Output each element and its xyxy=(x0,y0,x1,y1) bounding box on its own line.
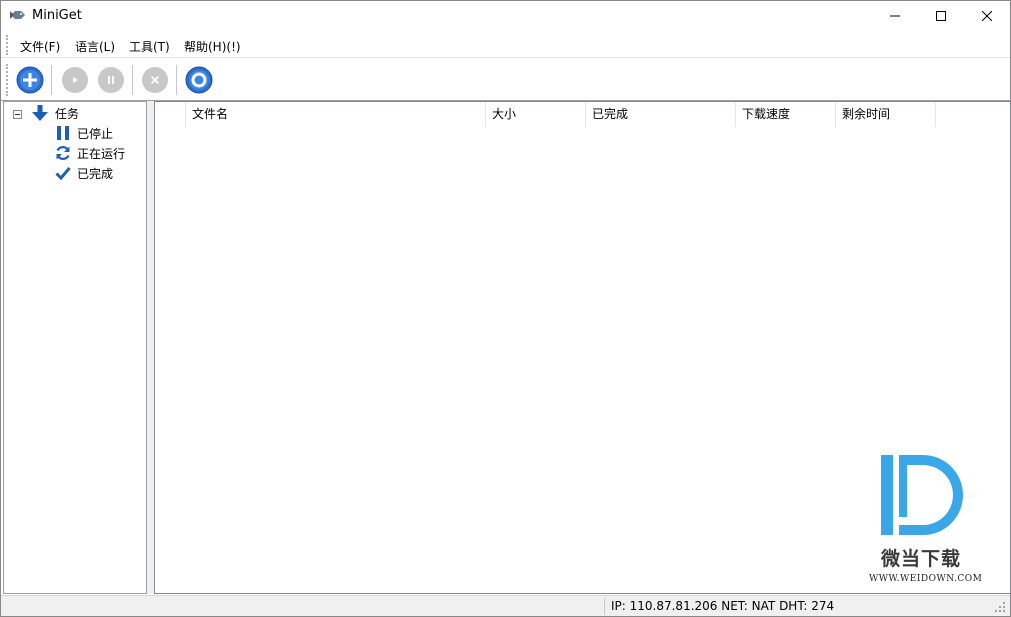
toolbar xyxy=(1,59,1010,101)
toolbar-separator xyxy=(51,65,52,95)
column-header-remaining[interactable]: 剩余时间 xyxy=(836,102,936,127)
column-header-blank[interactable] xyxy=(155,102,186,127)
tree-item-label: 已停止 xyxy=(77,126,114,141)
status-network-info: IP: 110.87.81.206 NET: NAT DHT: 274 xyxy=(611,599,835,613)
panel-splitter[interactable] xyxy=(147,101,154,594)
check-icon xyxy=(55,167,71,181)
toolbar-separator xyxy=(176,65,177,95)
status-bar: IP: 110.87.81.206 NET: NAT DHT: 274 xyxy=(1,595,1010,616)
settings-button[interactable] xyxy=(185,66,213,94)
task-tree: 任务 已停止 正在运行 已完成 xyxy=(3,101,147,594)
tree-item-completed[interactable]: 已完成 xyxy=(55,163,113,183)
toolbar-grip[interactable] xyxy=(6,64,8,96)
tree-item-label: 任务 xyxy=(55,106,80,121)
toolbar-separator xyxy=(132,65,133,95)
menu-grip[interactable] xyxy=(6,35,8,55)
refresh-icon xyxy=(56,146,70,160)
column-header-completed[interactable]: 已完成 xyxy=(586,102,736,127)
maximize-icon xyxy=(936,11,946,21)
delete-button[interactable] xyxy=(141,66,169,94)
fish-app-icon xyxy=(10,11,25,19)
down-arrow-icon xyxy=(32,105,48,121)
tree-item-tasks[interactable]: 任务 xyxy=(31,103,79,123)
maximize-button[interactable] xyxy=(918,1,964,31)
column-header-filename[interactable]: 文件名 xyxy=(186,102,486,127)
watermark-url: WWW.WEIDOWN.COM xyxy=(869,574,983,584)
menu-bar: 文件(F) 语言(L) 工具(T) 帮助(H)(!) xyxy=(1,32,1010,58)
column-header-speed[interactable]: 下载速度 xyxy=(736,102,836,127)
close-button[interactable] xyxy=(964,1,1010,31)
status-separator xyxy=(604,598,605,615)
resize-grip-icon[interactable] xyxy=(994,601,1006,613)
pause-button[interactable] xyxy=(97,66,125,94)
menu-tools[interactable]: 工具(T) xyxy=(129,38,170,55)
list-header: 文件名 大小 已完成 下载速度 剩余时间 xyxy=(155,102,1010,127)
weidown-logo xyxy=(881,455,963,535)
minimize-icon xyxy=(890,15,900,17)
pause-icon xyxy=(57,126,69,140)
tree-item-label: 已完成 xyxy=(77,166,114,181)
window-title: MiniGet xyxy=(32,8,82,23)
menu-language[interactable]: 语言(L) xyxy=(75,38,115,55)
watermark-name: 微当下载 xyxy=(881,548,962,570)
close-icon xyxy=(982,11,992,21)
menu-help[interactable]: 帮助(H)(!) xyxy=(184,38,241,55)
menu-file[interactable]: 文件(F) xyxy=(20,38,60,55)
minimize-button[interactable] xyxy=(872,1,918,31)
app-window: MiniGet 文件(F) 语言(L) 工具(T) 帮助(H)(!) 任务 已停… xyxy=(0,0,1011,617)
start-button[interactable] xyxy=(61,66,89,94)
title-bar[interactable]: MiniGet xyxy=(1,1,1010,31)
tree-collapse-toggle[interactable] xyxy=(13,110,22,119)
add-task-button[interactable] xyxy=(16,66,44,94)
tree-item-running[interactable]: 正在运行 xyxy=(55,143,125,163)
column-header-size[interactable]: 大小 xyxy=(486,102,586,127)
tree-item-label: 正在运行 xyxy=(77,146,126,161)
tree-item-stopped[interactable]: 已停止 xyxy=(55,123,113,143)
